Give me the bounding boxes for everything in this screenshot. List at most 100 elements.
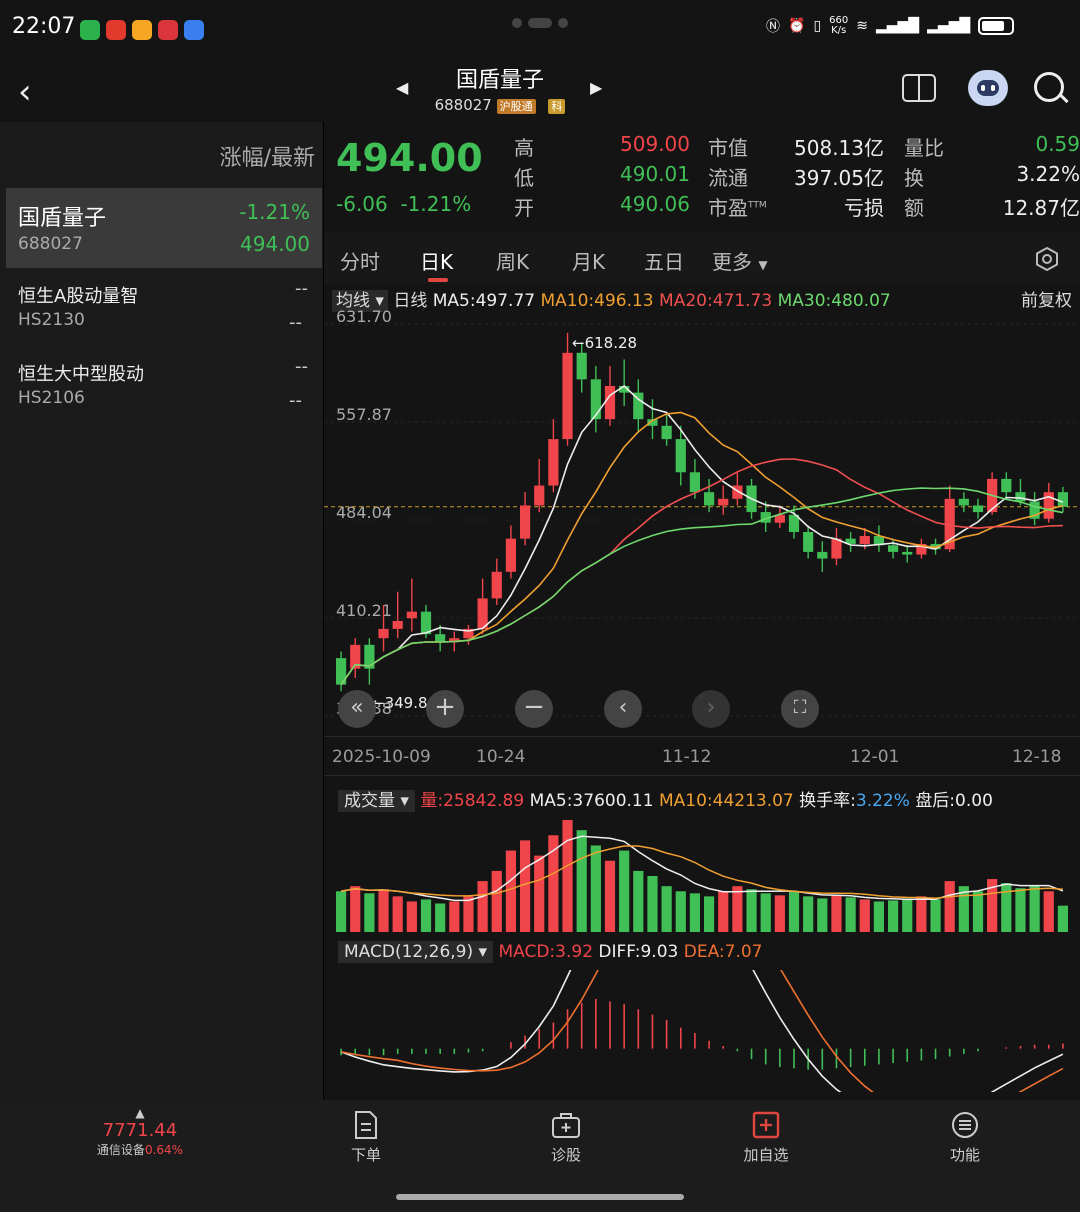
date-tick: 10-24 <box>476 747 526 767</box>
macd-value: MACD:3.92 <box>498 942 594 962</box>
candlestick-chart[interactable]: 631.70557.87484.04410.21336.38←618.28←34… <box>324 310 1080 730</box>
bottom-bar: ▲ 7771.44 通信设备0.64% 下单 诊股 加自选 功能 <box>0 1100 1080 1212</box>
wechat-icon <box>80 20 100 40</box>
candle-body <box>887 545 899 552</box>
volume-bar <box>930 899 941 932</box>
diff-value: DIFF:9.03 <box>598 942 679 962</box>
tab-five-day[interactable]: 五日 <box>644 246 684 275</box>
prev-stock-icon[interactable]: ◀ <box>396 78 408 97</box>
nav-functions-label: 功能 <box>949 1146 980 1164</box>
volume-bar <box>675 891 686 932</box>
amount-value: 12.87亿 <box>1002 196 1080 220</box>
volume-bar <box>1015 888 1026 932</box>
macd-selector[interactable]: MACD(12,26,9) ▾ <box>338 941 494 963</box>
low-value: 490.01 <box>620 162 690 186</box>
price-tick: 631.70 <box>336 310 392 326</box>
ma-selector[interactable]: 均线 ▾ <box>332 290 388 312</box>
volume-ratio-value: 0.59 <box>1035 132 1080 156</box>
list-item-active[interactable]: 国盾量子 -1.21% 688027 494.00 <box>6 188 322 268</box>
pe-label: 市盈TTM <box>708 196 767 220</box>
volume-bar <box>406 901 417 932</box>
back-icon[interactable]: ‹ <box>18 72 32 112</box>
volume-bar <box>803 896 814 932</box>
tab-more[interactable]: 更多 ▼ <box>712 246 768 275</box>
nav-functions[interactable]: 功能 <box>915 1110 1015 1165</box>
period-tabs: 分时 日K 周K 月K 五日 更多 ▼ <box>324 232 1080 284</box>
nav-diagnose-label: 诊股 <box>550 1146 581 1164</box>
list-item-change: -1.21% <box>239 200 310 224</box>
volume-ma10: MA10:44213.07 <box>658 791 794 811</box>
volume-bar <box>746 889 757 932</box>
stock-code: 688027 <box>434 96 492 114</box>
candle-body <box>972 505 984 513</box>
candle-body <box>378 628 389 639</box>
zoom-in-button[interactable]: + <box>426 690 464 728</box>
tab-intraday[interactable]: 分时 <box>340 246 380 275</box>
sort-header[interactable]: 涨幅/最新 <box>220 140 315 172</box>
candle-body <box>604 385 616 420</box>
volume-bar <box>604 860 616 932</box>
volume-bar <box>845 897 856 932</box>
high-value: 509.00 <box>620 132 690 156</box>
chevron-down-icon: ▼ <box>758 258 768 272</box>
list-item[interactable]: 恒生A股动量智 -- HS2130 -- <box>6 272 322 348</box>
open-label: 开 <box>514 196 534 220</box>
adjust-mode[interactable]: 前复权 <box>1021 286 1072 311</box>
volume-bar <box>944 881 955 932</box>
volume-chart[interactable] <box>324 814 1080 936</box>
tab-active-indicator <box>428 278 448 282</box>
volume-bar <box>463 896 474 932</box>
volume-bar <box>902 898 913 932</box>
candle-body <box>576 352 587 380</box>
tab-weekly-k[interactable]: 周K <box>496 246 529 275</box>
mcap-value: 508.13亿 <box>794 136 884 160</box>
menu-circle-icon <box>952 1112 978 1138</box>
assistant-robot-icon[interactable] <box>968 70 1008 106</box>
candle-body <box>1057 492 1069 507</box>
zoom-out-button[interactable]: − <box>515 690 553 728</box>
candle-body <box>831 538 842 559</box>
volume-bar <box>718 891 729 932</box>
search-icon[interactable] <box>1034 72 1069 104</box>
page-title: 国盾量子 <box>455 68 544 93</box>
after-hours: 盘后:0.00 <box>915 791 993 811</box>
volume-bar <box>633 870 644 932</box>
app-c-icon <box>106 20 126 40</box>
list-item[interactable]: 恒生大中型股动 -- HS2106 -- <box>6 350 322 426</box>
next-stock-icon[interactable]: ▶ <box>590 78 602 97</box>
tab-daily-k[interactable]: 日K <box>420 246 453 275</box>
volume-selector[interactable]: 成交量 ▾ <box>338 790 415 812</box>
index-ticker[interactable]: ▲ 7771.44 通信设备0.64% <box>90 1106 190 1158</box>
volume-bar <box>477 881 488 932</box>
macd-chart[interactable] <box>324 970 1080 1092</box>
tab-monthly-k[interactable]: 月K <box>572 246 605 275</box>
candle-body <box>675 439 686 473</box>
volume-bar <box>378 889 389 932</box>
chart-settings-icon[interactable] <box>1034 246 1060 272</box>
briefcase-icon <box>552 1113 580 1138</box>
nav-order[interactable]: 下单 <box>316 1110 416 1165</box>
volume-bar <box>1057 905 1069 932</box>
battery-icon <box>978 17 1015 35</box>
split-view-icon[interactable] <box>902 74 936 102</box>
scroll-right-button[interactable]: › <box>692 690 730 728</box>
scroll-left-fast-button[interactable]: « <box>338 690 376 728</box>
status-time: 22:07 <box>12 14 76 39</box>
nav-diagnose[interactable]: 诊股 <box>516 1110 616 1165</box>
index-change: 0.64% <box>144 1143 184 1157</box>
signal-icon: ▂▄▆█ <box>875 18 920 34</box>
candle-body <box>392 620 403 629</box>
candle-body <box>590 379 601 420</box>
date-tick: 12-18 <box>1012 747 1062 767</box>
nav-add-watchlist[interactable]: 加自选 <box>716 1110 816 1165</box>
mcap-label: 市值 <box>708 136 748 160</box>
candle-body <box>1015 492 1026 502</box>
notification-icons <box>80 20 204 40</box>
list-item-price: -- <box>289 312 302 333</box>
volume-bar <box>916 896 927 932</box>
volume-bar <box>732 886 743 932</box>
scroll-left-button[interactable]: ‹ <box>604 690 642 728</box>
fullscreen-icon[interactable]: ⛶ <box>781 690 819 728</box>
candle-body <box>803 531 814 552</box>
quote-panel: 494.00 -6.06 -1.21% 高 低 开 509.00 490.01 … <box>324 122 1080 230</box>
